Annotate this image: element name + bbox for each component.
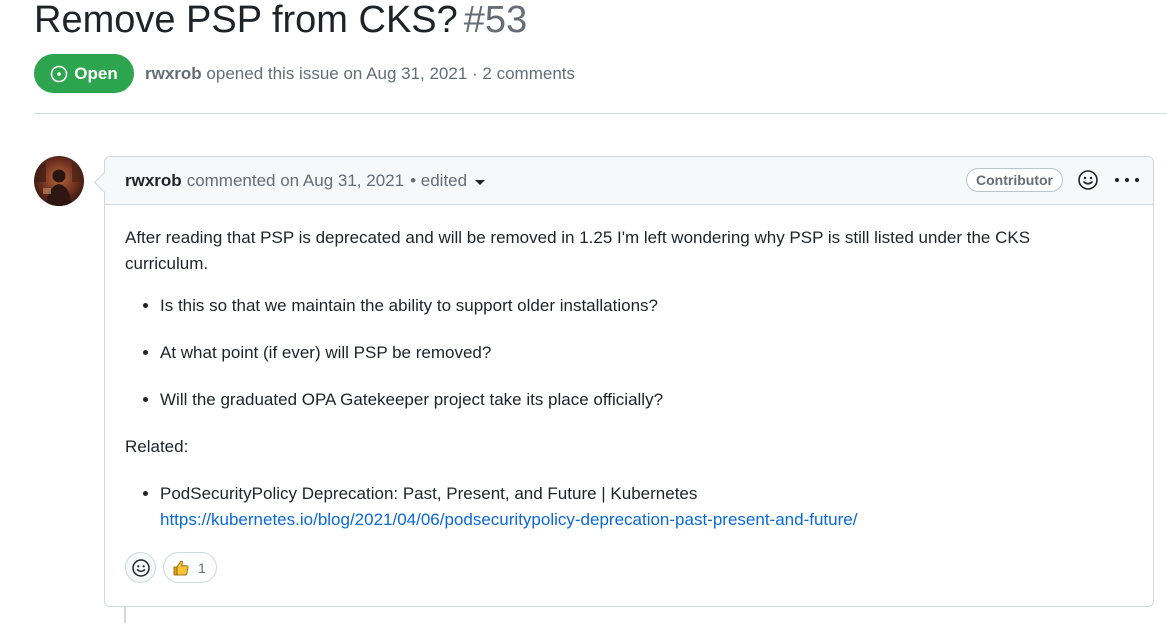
smiley-icon[interactable] — [1077, 169, 1099, 191]
thumbs-up-reaction-button[interactable]: 1 — [163, 552, 217, 583]
list-item: Is this so that we maintain the ability … — [160, 293, 1133, 319]
header-divider — [34, 113, 1167, 114]
kebab-horizontal-icon[interactable] — [1115, 169, 1139, 191]
related-title: PodSecurityPolicy Deprecation: Past, Pre… — [160, 484, 698, 503]
issue-state-badge: Open — [34, 54, 134, 93]
contributor-badge: Contributor — [966, 168, 1063, 192]
issue-open-icon — [50, 65, 68, 83]
comment-author-link[interactable]: rwxrob — [125, 171, 182, 191]
issue-meta: rwxrob opened this issue on Aug 31, 2021… — [145, 62, 575, 86]
edited-label: • edited — [410, 170, 468, 190]
comment-timestamp[interactable]: commented on Aug 31, 2021 — [187, 171, 404, 191]
list-item: Will the graduated OPA Gatekeeper projec… — [160, 387, 1133, 413]
caret-down-icon — [475, 179, 486, 185]
timeline-line — [124, 606, 126, 623]
avatar[interactable] — [34, 156, 84, 206]
list-item: At what point (if ever) will PSP be remo… — [160, 340, 1133, 366]
related-label: Related: — [125, 437, 189, 456]
issue-number: #53 — [463, 0, 528, 41]
add-reaction-button[interactable] — [125, 552, 156, 583]
issue-author-link[interactable]: rwxrob — [145, 64, 202, 83]
related-list: PodSecurityPolicy Deprecation: Past, Pre… — [125, 481, 1133, 533]
related-link[interactable]: https://kubernetes.io/blog/2021/04/06/po… — [160, 510, 857, 529]
thumbs-up-icon — [173, 560, 189, 575]
issue-state-label: Open — [74, 63, 118, 83]
question-list: Is this so that we maintain the ability … — [125, 293, 1133, 413]
issue-opened-text: opened this issue on Aug 31, 2021 · 2 co… — [206, 64, 575, 83]
list-item: PodSecurityPolicy Deprecation: Past, Pre… — [160, 481, 1133, 533]
thumbs-up-count: 1 — [198, 559, 206, 576]
comment-body: After reading that PSP is deprecated and… — [105, 205, 1153, 533]
issue-page: Remove PSP from CKS? #53 Open rwxrob open… — [0, 0, 1167, 623]
comment-header: rwxrob commented on Aug 31, 2021 • edite… — [105, 157, 1153, 205]
reactions-bar: 1 — [125, 552, 217, 583]
issue-title-text: Remove PSP from CKS? — [34, 0, 458, 41]
issue-title: Remove PSP from CKS? #53 — [34, 0, 527, 46]
comment-box: rwxrob commented on Aug 31, 2021 • edite… — [104, 156, 1154, 607]
edited-dropdown[interactable]: • edited — [410, 170, 486, 191]
smiley-icon — [131, 558, 150, 577]
comment-intro: After reading that PSP is deprecated and… — [125, 228, 1031, 273]
